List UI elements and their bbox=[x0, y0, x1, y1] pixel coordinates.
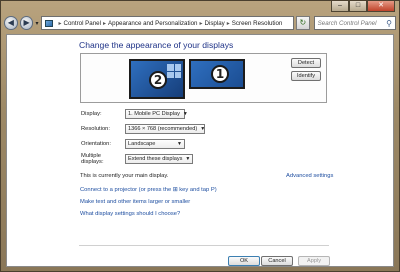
resolution-select-value: 1366 × 768 (recommended) bbox=[128, 125, 198, 132]
refresh-icon[interactable]: ↻ bbox=[295, 16, 310, 30]
multiple-displays-setting-row: Multiple displays: Extend these displays… bbox=[81, 152, 193, 165]
multiple-displays-label: Multiple displays: bbox=[81, 152, 104, 165]
breadcrumb-separator-icon[interactable]: ▸ bbox=[227, 20, 230, 27]
cancel-button[interactable]: Cancel bbox=[261, 256, 293, 266]
address-bar[interactable]: ▸ Control Panel ▸ Appearance and Persona… bbox=[41, 16, 294, 30]
chevron-down-icon: ▼ bbox=[182, 110, 188, 117]
monitor-number-1: 1 bbox=[211, 65, 229, 83]
breadcrumb-appearance[interactable]: Appearance and Personalization bbox=[108, 20, 197, 27]
breadcrumb-separator-icon[interactable]: ▸ bbox=[103, 20, 106, 27]
page-title: Change the appearance of your displays bbox=[79, 40, 234, 50]
monitor-arrangement-panel: 2 1 Detect Identify bbox=[80, 53, 327, 103]
ok-button[interactable]: OK bbox=[228, 256, 260, 266]
title-bar: – □ ✕ bbox=[1, 1, 399, 15]
window-controls: – □ ✕ bbox=[331, 1, 395, 12]
chevron-down-icon: ▼ bbox=[177, 140, 182, 147]
control-panel-icon bbox=[45, 19, 54, 27]
breadcrumb-screen-resolution[interactable]: Screen Resolution bbox=[232, 20, 283, 27]
monitor-number-2: 2 bbox=[149, 71, 167, 89]
monitor-1[interactable]: 1 bbox=[189, 59, 245, 89]
breadcrumb-display[interactable]: Display bbox=[204, 20, 224, 27]
detect-button[interactable]: Detect bbox=[291, 58, 321, 68]
breadcrumb-separator-icon[interactable]: ▸ bbox=[199, 20, 202, 27]
display-label: Display: bbox=[81, 110, 102, 117]
close-button[interactable]: ✕ bbox=[367, 1, 395, 12]
multiple-displays-select-value: Extend these displays bbox=[128, 155, 183, 162]
recent-pages-dropdown[interactable]: ▾ bbox=[35, 20, 38, 27]
breadcrumb-separator-icon[interactable]: ▸ bbox=[58, 20, 61, 27]
resolution-setting-row: Resolution: 1366 × 768 (recommended) ▼ bbox=[81, 123, 205, 134]
minimize-button[interactable]: – bbox=[331, 1, 349, 12]
identify-button[interactable]: Identify bbox=[291, 71, 321, 81]
multiple-displays-select[interactable]: Extend these displays ▼ bbox=[125, 153, 193, 164]
resolution-select[interactable]: 1366 × 768 (recommended) ▼ bbox=[125, 123, 206, 134]
screen-resolution-window: – □ ✕ ◀ ▶ ▾ ▸ Control Panel ▸ Appearance… bbox=[0, 0, 400, 272]
search-icon[interactable]: ⚲ bbox=[386, 19, 392, 28]
display-select[interactable]: 1. Mobile PC Display ▼ bbox=[125, 108, 188, 119]
search-input[interactable]: Search Control Panel ⚲ bbox=[313, 16, 396, 30]
monitor-2[interactable]: 2 bbox=[129, 59, 185, 99]
navigation-bar: ◀ ▶ ▾ ▸ Control Panel ▸ Appearance and P… bbox=[4, 14, 396, 32]
back-arrow-icon[interactable]: ◀ bbox=[4, 16, 18, 30]
text-size-link[interactable]: Make text and other items larger or smal… bbox=[80, 199, 190, 205]
main-display-text: This is currently your main display. bbox=[80, 173, 169, 179]
forward-arrow-icon[interactable]: ▶ bbox=[19, 16, 34, 30]
search-placeholder: Search Control Panel bbox=[317, 19, 377, 27]
orientation-setting-row: Orientation: Landscape ▼ bbox=[81, 138, 185, 149]
maximize-button[interactable]: □ bbox=[349, 1, 367, 12]
display-setting-row: Display: 1. Mobile PC Display ▼ bbox=[81, 108, 188, 119]
resolution-label: Resolution: bbox=[81, 125, 111, 132]
desktop-icons-icon bbox=[167, 64, 181, 78]
apply-button[interactable]: Apply bbox=[298, 256, 330, 266]
display-settings-help-link[interactable]: What display settings should I choose? bbox=[80, 211, 180, 217]
breadcrumb-control-panel[interactable]: Control Panel bbox=[64, 20, 102, 27]
chevron-down-icon: ▼ bbox=[200, 125, 206, 132]
connect-projector-link[interactable]: Connect to a projector (or press the ⊞ k… bbox=[80, 187, 217, 193]
orientation-select[interactable]: Landscape ▼ bbox=[125, 138, 185, 149]
main-content: Change the appearance of your displays 2… bbox=[6, 34, 394, 267]
chevron-down-icon: ▼ bbox=[185, 155, 191, 162]
divider bbox=[79, 245, 329, 246]
orientation-label: Orientation: bbox=[81, 140, 111, 147]
advanced-settings-link[interactable]: Advanced settings bbox=[286, 173, 333, 179]
display-select-value: 1. Mobile PC Display bbox=[128, 110, 180, 117]
orientation-select-value: Landscape bbox=[128, 140, 156, 147]
